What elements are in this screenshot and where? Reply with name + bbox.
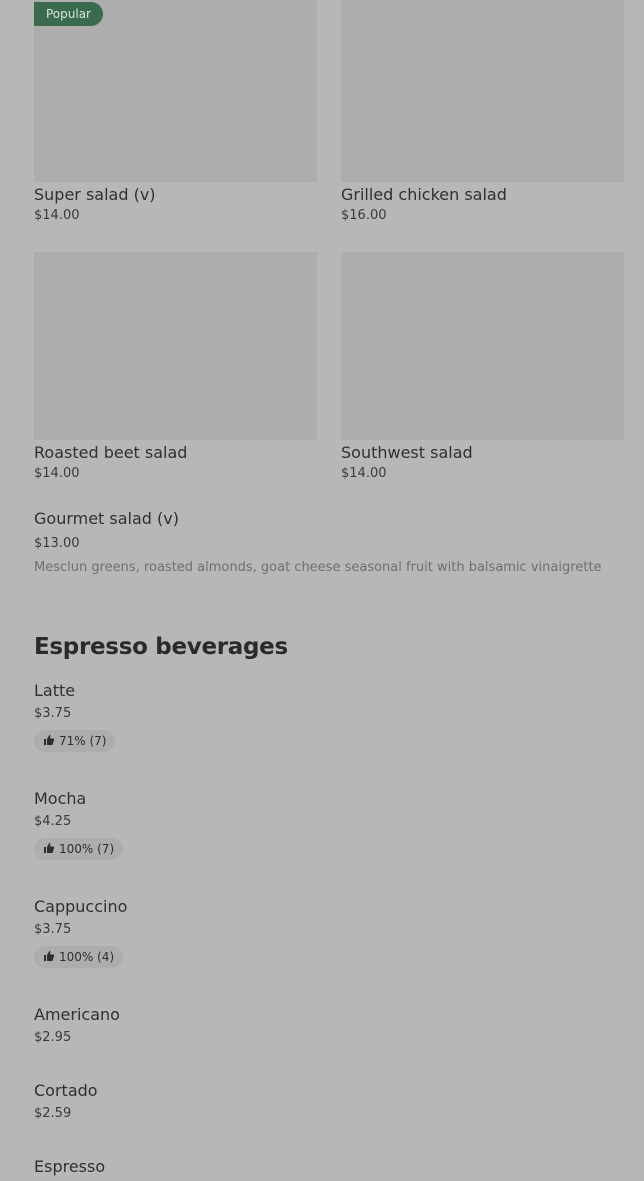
item-name: Latte (34, 681, 76, 700)
item-name: Cortado (34, 1081, 98, 1100)
item-image: Popular (34, 0, 317, 182)
rating-text: 100% (4) (59, 950, 115, 964)
item-price: $14.00 (34, 466, 80, 481)
menu-item[interactable]: Cortado $2.59 (34, 1081, 614, 1123)
item-image (341, 0, 624, 182)
item-description: Mesclun greens, roasted almonds, goat ch… (34, 560, 602, 575)
item-image (34, 252, 317, 440)
menu-item[interactable]: Mocha $4.25 100% (7) (34, 789, 614, 860)
thumbs-up-icon (43, 950, 55, 965)
rating-badge: 71% (7) (34, 730, 116, 752)
item-name: Cappuccino (34, 897, 128, 916)
item-price: $14.00 (341, 466, 387, 481)
menu-item[interactable]: Gourmet salad (v) $13.00 Mesclun greens,… (34, 509, 614, 577)
item-name: Super salad (v) (34, 185, 156, 204)
menu-item-card[interactable]: Southwest salad $14.00 (341, 252, 624, 483)
popular-badge: Popular (34, 2, 103, 26)
item-price: $14.00 (34, 208, 80, 223)
item-name: Southwest salad (341, 443, 473, 462)
item-price: $2.59 (34, 1106, 72, 1121)
rating-badge: 100% (4) (34, 946, 124, 968)
item-price: $4.25 (34, 814, 72, 829)
item-price: $2.95 (34, 1030, 72, 1045)
item-name: Grilled chicken salad (341, 185, 507, 204)
item-price: $3.75 (34, 922, 72, 937)
menu-item-card[interactable]: Grilled chicken salad $16.00 (341, 0, 624, 225)
menu-item[interactable]: Americano $2.95 (34, 1005, 614, 1047)
menu-item-card[interactable]: Popular Super salad (v) $14.00 (34, 0, 317, 225)
item-name: Americano (34, 1005, 120, 1024)
item-name: Espresso (34, 1157, 106, 1176)
menu-item[interactable]: Cappuccino $3.75 100% (4) (34, 897, 614, 968)
rating-badge: 100% (7) (34, 838, 124, 860)
item-name: Roasted beet salad (34, 443, 188, 462)
item-price: $16.00 (341, 208, 387, 223)
item-price: $3.75 (34, 706, 72, 721)
menu-item[interactable]: Espresso (34, 1157, 614, 1181)
rating-text: 71% (7) (59, 734, 107, 748)
rating-text: 100% (7) (59, 842, 115, 856)
item-name: Gourmet salad (v) (34, 509, 179, 528)
item-image (341, 252, 624, 440)
thumbs-up-icon (43, 842, 55, 857)
item-price: $13.00 (34, 536, 80, 551)
section-title: Espresso beverages (34, 634, 288, 660)
menu-item-card[interactable]: Roasted beet salad $14.00 (34, 252, 317, 483)
item-name: Mocha (34, 789, 87, 808)
thumbs-up-icon (43, 734, 55, 749)
menu-item[interactable]: Latte $3.75 71% (7) (34, 681, 614, 752)
